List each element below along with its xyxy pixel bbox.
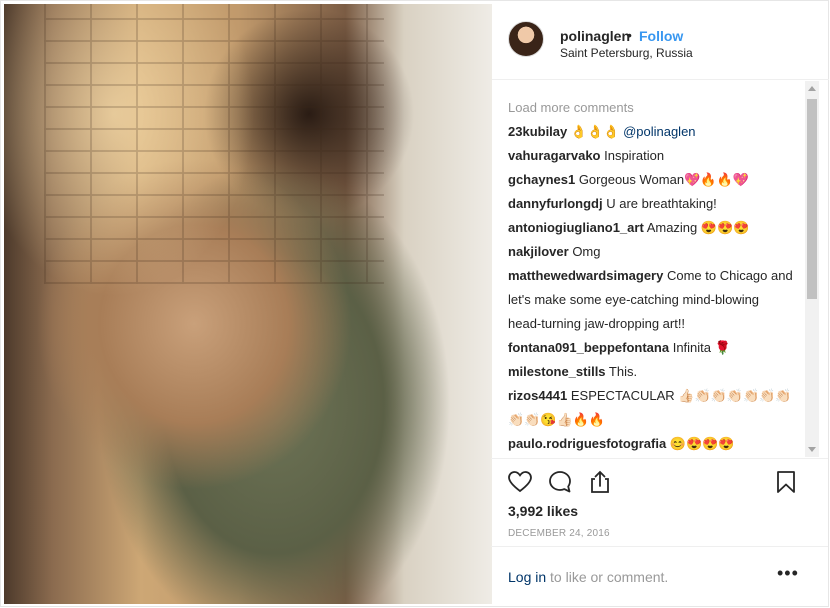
more-options-icon[interactable]: ••• — [777, 563, 799, 584]
follow-button[interactable]: Follow — [639, 28, 683, 44]
comment-text: Omg — [568, 244, 601, 259]
separator-dot: • — [627, 27, 632, 43]
comment-username[interactable]: antoniogiugliano1_art — [508, 220, 644, 235]
comment-text: Amazing 😍😍😍 — [643, 220, 750, 235]
login-link[interactable]: Log in — [508, 569, 546, 585]
comment-username[interactable]: 23kubilay — [508, 124, 567, 139]
login-prompt-text: to like or comment. — [546, 569, 669, 585]
likes-count[interactable]: 3,992 likes — [508, 503, 578, 519]
comment-text: U are breathtaking! — [602, 196, 717, 211]
comment-text: Gorgeous Woman💖🔥🔥💖 — [575, 172, 749, 187]
comments-list: Load more comments 23kubilay 👌👌👌 @polina… — [508, 96, 794, 458]
comment-username[interactable]: dannyfurlongdj — [508, 196, 603, 211]
comment-item: fontana091_beppefontana Infinita 🌹 — [508, 336, 794, 360]
share-icon[interactable] — [587, 469, 613, 495]
scroll-down-icon[interactable] — [808, 447, 816, 452]
comment-text: This. — [605, 364, 638, 379]
comment-item: rizos4441 ESPECTACULAR 👍🏻👏🏻👏🏻👏🏻👏🏻👏🏻👏🏻👏🏻👏… — [508, 384, 794, 432]
heart-icon[interactable] — [507, 469, 533, 495]
comment-username[interactable]: milestone_stills — [508, 364, 606, 379]
post-header: polinaglen • Follow Saint Petersburg, Ru… — [492, 1, 829, 80]
scroll-thumb[interactable] — [807, 99, 817, 299]
comment-text: 👌👌👌 — [567, 124, 624, 139]
comment-item: nakjilover Omg — [508, 240, 794, 264]
comment-username[interactable]: vahuragarvako — [508, 148, 601, 163]
comment-text: 😊😍😍😍 — [666, 436, 735, 451]
avatar[interactable] — [508, 21, 544, 57]
comment-item: paulo.rodriguesfotografia 😊😍😍😍 — [508, 432, 794, 456]
comment-username[interactable]: nakjilover — [508, 244, 569, 259]
photo-brick-texture — [44, 4, 384, 284]
load-more-comments-link[interactable]: Load more comments — [508, 96, 794, 120]
location-link[interactable]: Saint Petersburg, Russia — [560, 46, 693, 60]
comment-item: milestone_stills This. — [508, 360, 794, 384]
comment-item: matthewedwardsimagery Come to Chicago an… — [508, 264, 794, 336]
comment-username[interactable]: rizos4441 — [508, 388, 567, 403]
post-date: DECEMBER 24, 2016 — [508, 528, 610, 539]
comment-item: 23kubilay 👌👌👌 @polinaglen — [508, 120, 794, 144]
comment-item: dannyfurlongdj U are breathtaking! — [508, 192, 794, 216]
comment-text: Infinita 🌹 — [669, 340, 731, 355]
bookmark-icon[interactable] — [773, 469, 799, 495]
comment-item: gchaynes1 Gorgeous Woman💖🔥🔥💖 — [508, 168, 794, 192]
comment-text: Inspiration — [600, 148, 665, 163]
comment-username[interactable]: paulo.rodriguesfotografia — [508, 436, 666, 451]
post-photo[interactable] — [4, 4, 492, 604]
comment-username[interactable]: gchaynes1 — [508, 172, 575, 187]
action-bar — [491, 458, 828, 503]
comment-item: antoniogiugliano1_art Amazing 😍😍😍 — [508, 216, 794, 240]
login-prompt: Log in to like or comment. — [508, 569, 668, 585]
comments-scrollbar[interactable] — [805, 81, 819, 457]
comment-item: vahuragarvako Inspiration — [508, 144, 794, 168]
scroll-up-icon[interactable] — [808, 86, 816, 91]
username-link[interactable]: polinaglen — [560, 28, 630, 44]
comment-username[interactable]: matthewedwardsimagery — [508, 268, 663, 283]
post-footer: Log in to like or comment. ••• — [491, 546, 828, 607]
comment-mention[interactable]: @polinaglen — [623, 124, 695, 139]
comment-icon[interactable] — [547, 469, 573, 495]
comment-username[interactable]: fontana091_beppefontana — [508, 340, 669, 355]
